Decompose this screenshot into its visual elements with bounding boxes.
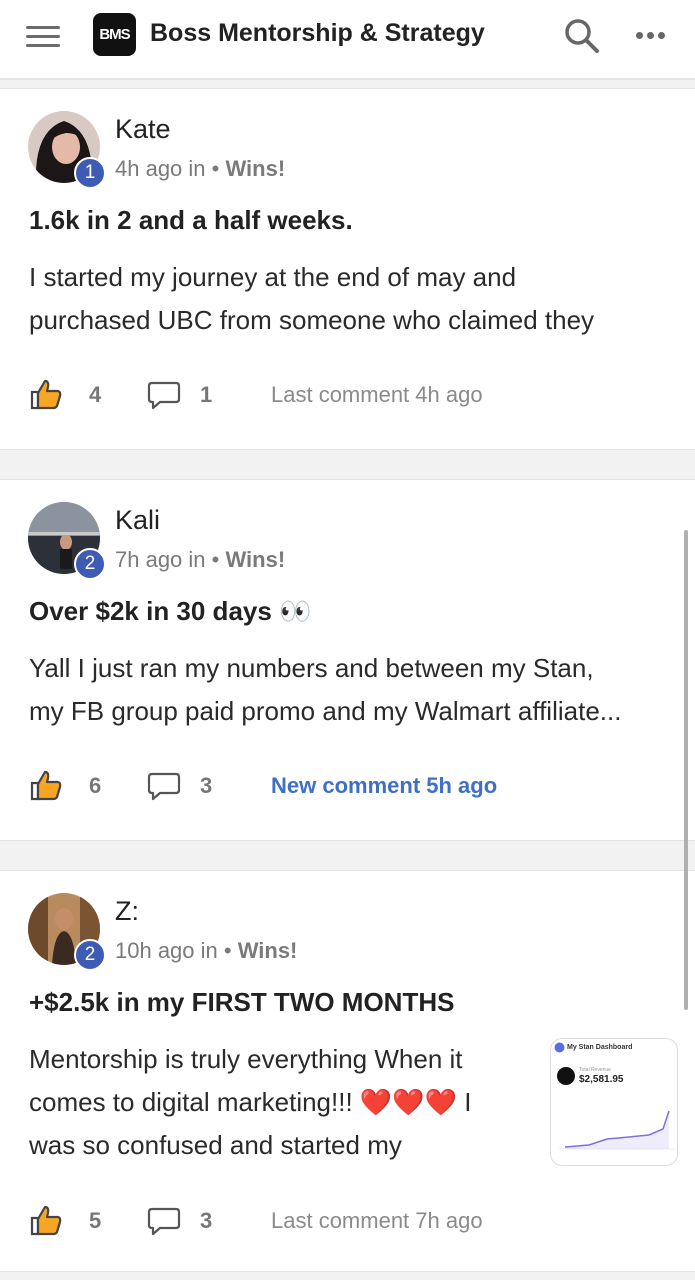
post-image-thumbnail[interactable]: My Stan Dashboard Total Revenue $2,581.9… <box>550 1038 678 1166</box>
post-card[interactable]: 2 Kali 7h ago in • Wins! Over $2k in 30 … <box>0 479 695 841</box>
author-name[interactable]: Kali <box>115 505 160 536</box>
new-comment-link[interactable]: New comment 5h ago <box>271 773 497 799</box>
level-badge: 2 <box>74 939 106 971</box>
excerpt-line: was so confused and started my <box>29 1130 402 1160</box>
post-time: 4h ago in • <box>115 156 220 181</box>
post-meta: 4h ago in • Wins! <box>115 156 285 182</box>
excerpt-line: purchased UBC from someone who claimed t… <box>29 305 595 335</box>
community-logo[interactable]: BMS <box>93 13 136 56</box>
author-name[interactable]: Kate <box>115 114 171 145</box>
post-title[interactable]: 1.6k in 2 and a half weeks. <box>29 205 353 236</box>
excerpt-line: comes to digital marketing!!! ❤️❤️❤️ I <box>29 1087 472 1117</box>
comment-count: 3 <box>200 773 213 798</box>
avatar-icon <box>557 1067 575 1085</box>
like-count: 4 <box>89 382 102 407</box>
comment-icon[interactable] <box>147 380 181 410</box>
scrollbar[interactable] <box>684 530 688 1010</box>
level-badge: 1 <box>74 157 106 189</box>
post-time: 7h ago in • <box>115 547 220 572</box>
excerpt-line: Mentorship is truly everything When it <box>29 1044 463 1074</box>
app-header: BMS Boss Mentorship & Strategy <box>0 0 695 80</box>
excerpt-line: my FB group paid promo and my Walmart af… <box>29 696 622 726</box>
author-name[interactable]: Z: <box>115 896 139 927</box>
post-title[interactable]: +$2.5k in my FIRST TWO MONTHS <box>29 987 454 1018</box>
stan-logo-icon <box>554 1042 565 1053</box>
thumbnail-title: My Stan Dashboard <box>567 1044 633 1051</box>
post-excerpt[interactable]: Yall I just ran my numbers and between m… <box>29 647 679 733</box>
thumbs-up-icon[interactable] <box>29 1204 63 1236</box>
post-actions: 5 3 Last comment 7h ago <box>29 1202 669 1238</box>
thumbs-up-icon[interactable] <box>29 769 63 801</box>
thumbnail-label: Total Revenue <box>579 1067 611 1073</box>
comment-icon[interactable] <box>147 771 181 801</box>
post-category[interactable]: Wins! <box>225 547 285 572</box>
search-icon[interactable] <box>562 16 602 56</box>
post-category[interactable]: Wins! <box>225 156 285 181</box>
excerpt-line: Yall I just ran my numbers and between m… <box>29 653 594 683</box>
comment-count: 3 <box>200 1208 213 1233</box>
post-title[interactable]: Over $2k in 30 days 👀 <box>29 596 311 627</box>
revenue-sparkline <box>559 1110 675 1150</box>
comment-count: 1 <box>200 382 213 407</box>
more-options-icon[interactable] <box>636 32 668 42</box>
post-actions: 4 1 Last comment 4h ago <box>29 376 669 412</box>
level-badge: 2 <box>74 548 106 580</box>
post-actions: 6 3 New comment 5h ago <box>29 767 669 803</box>
post-card[interactable]: 2 Z: 10h ago in • Wins! +$2.5k in my FIR… <box>0 870 695 1272</box>
post-meta: 7h ago in • Wins! <box>115 547 285 573</box>
thumbs-up-icon[interactable] <box>29 378 63 410</box>
post-time: 10h ago in • <box>115 938 232 963</box>
post-meta: 10h ago in • Wins! <box>115 938 297 964</box>
excerpt-line: I started my journey at the end of may a… <box>29 262 517 292</box>
post-category[interactable]: Wins! <box>238 938 298 963</box>
post-excerpt[interactable]: I started my journey at the end of may a… <box>29 256 679 342</box>
last-comment-link[interactable]: Last comment 7h ago <box>271 1208 483 1234</box>
post-excerpt[interactable]: Mentorship is truly everything When it c… <box>29 1038 539 1167</box>
like-count: 6 <box>89 773 102 798</box>
like-count: 5 <box>89 1208 102 1233</box>
hamburger-menu-icon[interactable] <box>26 24 60 50</box>
last-comment-link[interactable]: Last comment 4h ago <box>271 382 483 408</box>
community-title: Boss Mentorship & Strategy <box>150 19 485 47</box>
thumbnail-value: $2,581.95 <box>579 1074 624 1085</box>
post-card[interactable]: 1 Kate 4h ago in • Wins! 1.6k in 2 and a… <box>0 88 695 450</box>
comment-icon[interactable] <box>147 1206 181 1236</box>
